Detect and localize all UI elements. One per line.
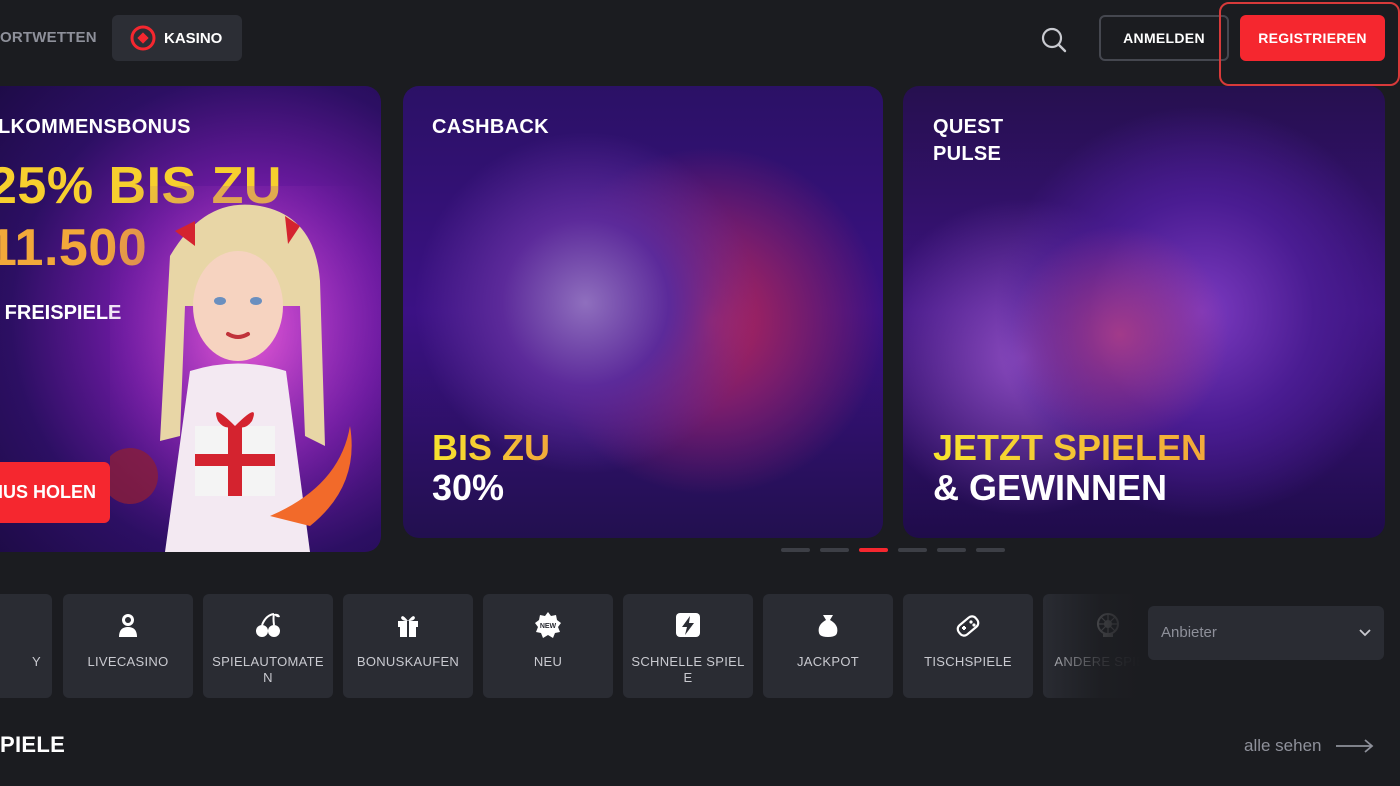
new-badge-icon: NEW (533, 610, 563, 640)
provider-select-placeholder: Anbieter (1161, 624, 1217, 641)
category-label: NEU (533, 654, 563, 669)
category-label: TISCHSPIELE (924, 654, 1012, 669)
pager-dot[interactable] (898, 548, 927, 552)
provider-select[interactable]: Anbieter (1148, 606, 1384, 660)
pager-dot[interactable] (976, 548, 1005, 552)
banner-highlight: JETZT SPIELEN (933, 427, 1208, 468)
register-button[interactable]: REGISTRIEREN (1240, 15, 1385, 61)
category-label: SCHNELLE SPIELE (631, 654, 745, 685)
pager-dot[interactable] (820, 548, 849, 552)
banner-value: & GEWINNEN (933, 467, 1167, 508)
gamepad-icon (953, 610, 983, 640)
search-icon[interactable] (1040, 26, 1068, 54)
category-tile-table-games[interactable]: TISCHSPIELE (903, 594, 1033, 698)
see-all-label: alle sehen (1244, 736, 1322, 755)
category-tile-other-games[interactable]: ANDERE SPIELE (1043, 594, 1140, 698)
dealer-icon (113, 610, 143, 640)
nav-casino-label: KASINO (164, 29, 223, 47)
roulette-icon (1093, 610, 1123, 640)
banner-value: 30% (432, 467, 505, 508)
banner-highlight: BIS ZU (432, 427, 551, 468)
login-button[interactable]: ANMELDEN (1099, 15, 1229, 61)
lightning-icon (673, 610, 703, 640)
banner-label: LKOMMENSBONUS (0, 116, 191, 138)
category-label: SPIELAUTOMATEN (212, 654, 324, 685)
category-tile-new[interactable]: NEW NEU (483, 594, 613, 698)
category-label: ANDERE SPIELE (1054, 654, 1140, 669)
category-tile-partial[interactable]: Y (0, 594, 52, 698)
pager-dot[interactable] (937, 548, 966, 552)
arrow-right-icon (1335, 739, 1374, 753)
carousel-pager (781, 548, 1005, 552)
category-tile-bonus-buy[interactable]: BONUSKAUFEN (343, 594, 473, 698)
money-bag-icon (813, 610, 843, 640)
banner-label-line-2: PULSE (933, 143, 1002, 165)
quest-pulse-banner[interactable]: QUEST PULSE JETZT SPIELEN & GEWINNEN (903, 86, 1385, 538)
banner-label: CASHBACK (432, 116, 549, 138)
category-tile-livecasino[interactable]: LIVECASINO (63, 594, 193, 698)
category-label: JACKPOT (796, 654, 860, 669)
banner-character-illustration (110, 186, 381, 552)
svg-text:NEW: NEW (540, 623, 557, 630)
category-tile-fast-games[interactable]: SCHNELLE SPIELE (623, 594, 753, 698)
banner-subline: 5 FREISPIELE (0, 302, 122, 324)
nav-casino-tab[interactable]: KASINO (112, 15, 242, 61)
gift-icon (393, 610, 423, 640)
category-label: Y (32, 654, 41, 669)
partial-icon (0, 610, 2, 640)
cashback-banner[interactable]: CASHBACK BIS ZU 30% (403, 86, 883, 538)
see-all-link[interactable]: alle sehen (1244, 736, 1374, 756)
welcome-bonus-banner[interactable]: LKOMMENSBONUS 25% BIS ZU 11.500 5 FREISP… (0, 86, 381, 552)
claim-bonus-button[interactable]: NUS HOLEN (0, 462, 110, 523)
nav-sportwetten-tab[interactable]: ORTWETTEN (0, 22, 97, 54)
category-tile-slots[interactable]: SPIELAUTOMATEN (203, 594, 333, 698)
category-label: BONUSKAUFEN (356, 654, 460, 669)
banner-label-line-1: QUEST (933, 116, 1004, 138)
category-label: LIVECASINO (87, 654, 169, 669)
casino-chip-icon (130, 25, 156, 51)
category-strip: Y LIVECASINO SPIELAUTOMATEN BONUSKAUFEN … (0, 594, 1140, 698)
chevron-down-icon (1358, 628, 1372, 638)
section-title: PIELE (0, 732, 66, 757)
cherry-icon (253, 610, 283, 640)
pager-dot[interactable] (781, 548, 810, 552)
pager-dot-active[interactable] (859, 548, 888, 552)
top-navigation: ORTWETTEN KASINO ANMELDEN REGISTRIEREN (0, 0, 1400, 86)
category-tile-jackpot[interactable]: JACKPOT (763, 594, 893, 698)
